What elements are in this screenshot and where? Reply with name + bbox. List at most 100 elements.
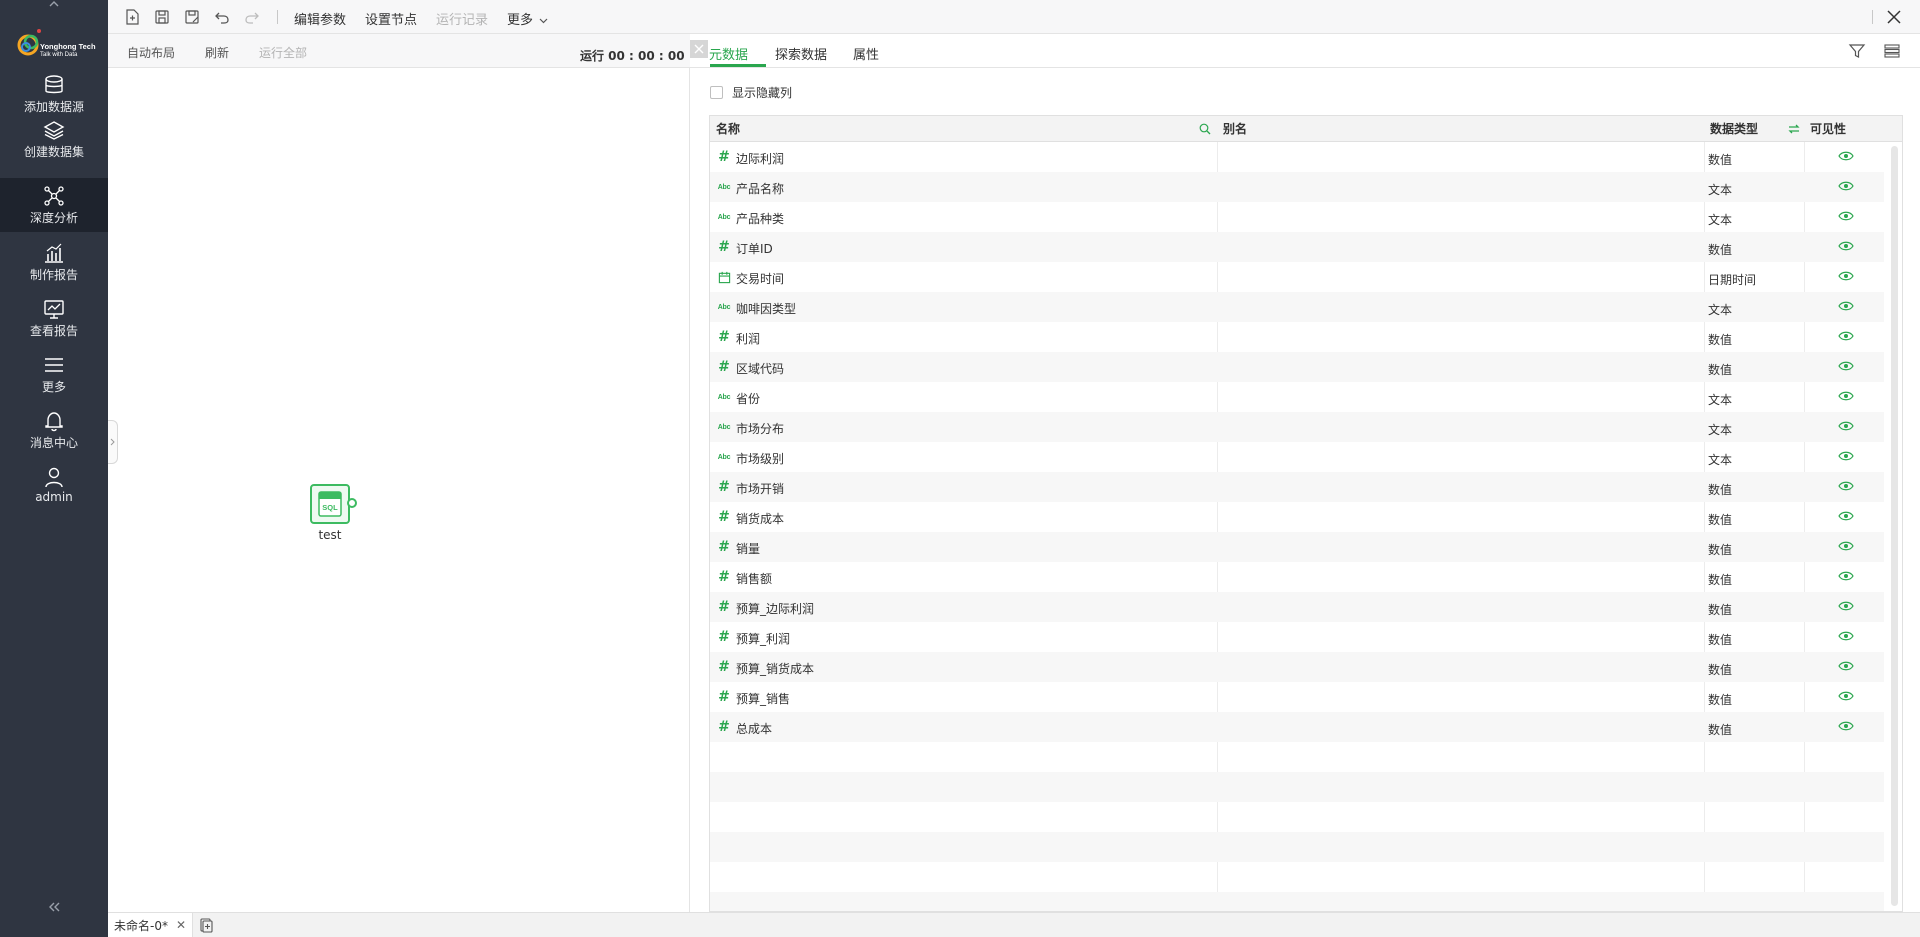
table-row[interactable]: # 边际利润 数值 [710,142,1884,172]
refresh-button[interactable]: 刷新 [205,44,229,61]
save-icon[interactable] [153,8,171,26]
header-alias[interactable]: 别名 [1223,116,1247,142]
eye-icon[interactable] [1838,150,1854,162]
field-data-type[interactable]: 文本 [1708,181,1732,198]
close-panel-button[interactable] [690,40,708,58]
new-file-icon[interactable] [123,8,141,26]
header-visibility[interactable]: 可见性 [1810,116,1846,142]
list-view-icon[interactable] [1883,42,1901,60]
field-data-type[interactable]: 数值 [1708,361,1732,378]
field-data-type[interactable]: 文本 [1708,301,1732,318]
eye-icon[interactable] [1838,570,1854,582]
show-hidden-columns-checkbox[interactable]: 显示隐藏列 [710,84,792,101]
eye-icon[interactable] [1838,240,1854,252]
table-row[interactable]: # 销售额 数值 [710,562,1884,592]
set-node-button[interactable]: 设置节点 [365,9,417,28]
panel-toggle-handle[interactable] [108,420,118,464]
table-row[interactable]: # 利润 数值 [710,322,1884,352]
eye-icon[interactable] [1838,690,1854,702]
field-data-type[interactable]: 文本 [1708,391,1732,408]
eye-icon[interactable] [1838,540,1854,552]
table-row[interactable]: # 预算_销售 数值 [710,682,1884,712]
tab-metadata[interactable]: 元数据 [709,44,748,63]
nav-make-report[interactable]: 制作报告 [0,234,108,290]
flow-canvas[interactable]: SQL test [108,68,690,912]
table-row[interactable]: # 区域代码 数值 [710,352,1884,382]
table-row[interactable]: # 预算_边际利润 数值 [710,592,1884,622]
table-row[interactable]: # 预算_销货成本 数值 [710,652,1884,682]
table-row[interactable]: Abc 产品种类 文本 [710,202,1884,232]
eye-icon[interactable] [1838,420,1854,432]
table-row[interactable]: Abc 产品名称 文本 [710,172,1884,202]
field-data-type[interactable]: 文本 [1708,211,1732,228]
eye-icon[interactable] [1838,270,1854,282]
eye-icon[interactable] [1838,300,1854,312]
vertical-scrollbar[interactable] [1891,146,1898,906]
eye-icon[interactable] [1838,390,1854,402]
filter-icon[interactable] [1848,42,1866,60]
sql-node[interactable]: SQL test [310,484,370,546]
nav-view-report[interactable]: 查看报告 [0,290,108,346]
table-row[interactable]: # 预算_利润 数值 [710,622,1884,652]
eye-icon[interactable] [1838,330,1854,342]
header-data-type[interactable]: 数据类型 [1710,116,1758,142]
redo-icon[interactable] [243,8,261,26]
field-data-type[interactable]: 文本 [1708,421,1732,438]
field-data-type[interactable]: 数值 [1708,631,1732,648]
table-row[interactable]: Abc 市场级别 文本 [710,442,1884,472]
eye-icon[interactable] [1838,450,1854,462]
field-data-type[interactable]: 数值 [1708,601,1732,618]
field-data-type[interactable]: 日期时间 [1708,271,1756,288]
eye-icon[interactable] [1838,180,1854,192]
collapse-sidebar-icon[interactable] [0,895,108,919]
table-row[interactable]: # 销货成本 数值 [710,502,1884,532]
eye-icon[interactable] [1838,210,1854,222]
auto-layout-button[interactable]: 自动布局 [127,44,175,61]
nav-deep-analysis[interactable]: 深度分析 [0,178,108,232]
nav-more[interactable]: 更多 [0,346,108,402]
checkbox-box[interactable] [710,86,723,99]
table-row[interactable]: Abc 省份 文本 [710,382,1884,412]
table-row[interactable]: Abc 市场分布 文本 [710,412,1884,442]
field-data-type[interactable]: 数值 [1708,721,1732,738]
nav-user-admin[interactable]: admin [0,458,108,514]
field-data-type[interactable]: 数值 [1708,241,1732,258]
field-data-type[interactable]: 文本 [1708,451,1732,468]
tab-properties[interactable]: 属性 [853,44,879,63]
eye-icon[interactable] [1838,360,1854,372]
tab-explore-data[interactable]: 探索数据 [775,44,827,63]
more-menu-button[interactable]: 更多 [507,9,548,28]
table-row[interactable]: # 销量 数值 [710,532,1884,562]
table-row[interactable]: # 市场开销 数值 [710,472,1884,502]
run-log-button[interactable]: 运行记录 [436,9,488,28]
field-data-type[interactable]: 数值 [1708,661,1732,678]
eye-icon[interactable] [1838,600,1854,612]
document-tab[interactable]: 未命名-0* ✕ [108,913,194,937]
field-data-type[interactable]: 数值 [1708,691,1732,708]
new-tab-icon[interactable] [198,917,214,933]
run-all-button[interactable]: 运行全部 [259,44,307,61]
convert-type-icon[interactable] [1787,122,1801,136]
eye-icon[interactable] [1838,630,1854,642]
node-output-port[interactable] [347,498,357,508]
field-data-type[interactable]: 数值 [1708,151,1732,168]
eye-icon[interactable] [1838,720,1854,732]
nav-create-dataset[interactable]: 创建数据集 [0,111,108,167]
close-icon[interactable] [1884,7,1904,27]
eye-icon[interactable] [1838,510,1854,522]
field-data-type[interactable]: 数值 [1708,541,1732,558]
tab-close-icon[interactable]: ✕ [176,918,186,932]
table-row[interactable]: # 总成本 数值 [710,712,1884,742]
nav-message-center[interactable]: 消息中心 [0,402,108,458]
column-search-icon[interactable] [1199,123,1211,135]
save-as-icon[interactable] [183,8,201,26]
table-row[interactable]: Abc 咖啡因类型 文本 [710,292,1884,322]
header-name[interactable]: 名称 [716,116,740,142]
field-data-type[interactable]: 数值 [1708,511,1732,528]
collapse-up-icon[interactable] [0,0,108,12]
field-data-type[interactable]: 数值 [1708,571,1732,588]
eye-icon[interactable] [1838,660,1854,672]
edit-params-button[interactable]: 编辑参数 [294,9,346,28]
table-row[interactable]: 交易时间 日期时间 [710,262,1884,292]
field-data-type[interactable]: 数值 [1708,481,1732,498]
